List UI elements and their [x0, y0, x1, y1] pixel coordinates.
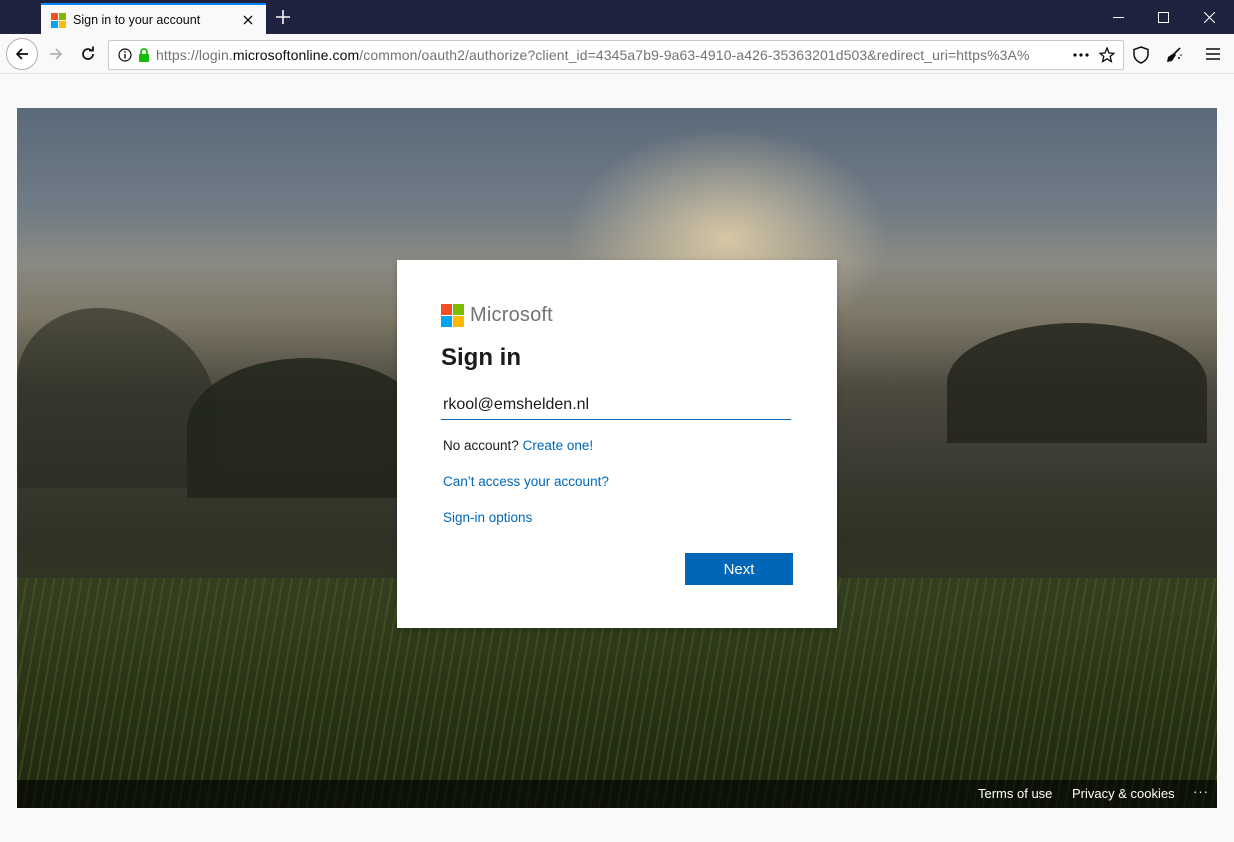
url-domain: microsoftonline.com — [232, 47, 360, 63]
microsoft-logo-icon — [441, 304, 464, 327]
no-account-row: No account? Create one! — [443, 438, 593, 453]
terms-of-use-link[interactable]: Terms of use — [978, 786, 1052, 801]
page-footer: Terms of use Privacy & cookies ··· — [17, 780, 1217, 808]
url-text[interactable]: https://login.microsoftonline.com/common… — [156, 47, 1056, 63]
cant-access-account-link[interactable]: Can’t access your account? — [443, 474, 609, 489]
tab-close-icon[interactable] — [236, 8, 260, 32]
broom-icon[interactable] — [1165, 46, 1183, 64]
back-icon[interactable] — [6, 38, 38, 70]
url-prefix: https://login. — [156, 47, 233, 63]
reload-icon[interactable] — [73, 39, 103, 69]
bookmark-star-icon[interactable] — [1099, 47, 1115, 63]
privacy-cookies-link[interactable]: Privacy & cookies — [1072, 786, 1175, 801]
new-tab-icon[interactable] — [270, 4, 296, 30]
tab-title: Sign in to your account — [73, 12, 201, 27]
microsoft-favicon-icon — [51, 12, 66, 28]
signin-options-link[interactable]: Sign-in options — [443, 510, 532, 525]
signin-card: Microsoft Sign in No account? Create one… — [397, 260, 837, 628]
next-button[interactable]: Next — [685, 553, 793, 585]
no-account-label: No account? — [443, 438, 519, 453]
background-hill — [187, 358, 427, 498]
background-hill — [947, 323, 1207, 443]
email-field[interactable] — [441, 390, 791, 420]
create-account-link[interactable]: Create one! — [523, 438, 594, 453]
lock-icon[interactable] — [138, 48, 150, 62]
url-path: /common/oauth2/authorize?client_id=4345a… — [359, 47, 1030, 63]
minimize-icon[interactable] — [1095, 0, 1141, 34]
forward-icon[interactable] — [41, 39, 71, 69]
info-icon[interactable] — [118, 48, 132, 62]
menu-icon[interactable] — [1206, 47, 1220, 61]
browser-titlebar: Sign in to your account — [0, 0, 1234, 34]
more-icon[interactable] — [1073, 53, 1089, 57]
footer-more-icon[interactable]: ··· — [1193, 784, 1209, 799]
shield-icon[interactable] — [1133, 46, 1149, 64]
close-window-icon[interactable] — [1186, 0, 1232, 34]
page-title: Sign in — [441, 344, 521, 371]
maximize-icon[interactable] — [1140, 0, 1186, 34]
microsoft-wordmark: Microsoft — [470, 304, 553, 326]
url-bar[interactable]: https://login.microsoftonline.com/common… — [108, 40, 1124, 70]
microsoft-logo: Microsoft — [441, 304, 553, 327]
browser-tab[interactable]: Sign in to your account — [41, 3, 266, 34]
